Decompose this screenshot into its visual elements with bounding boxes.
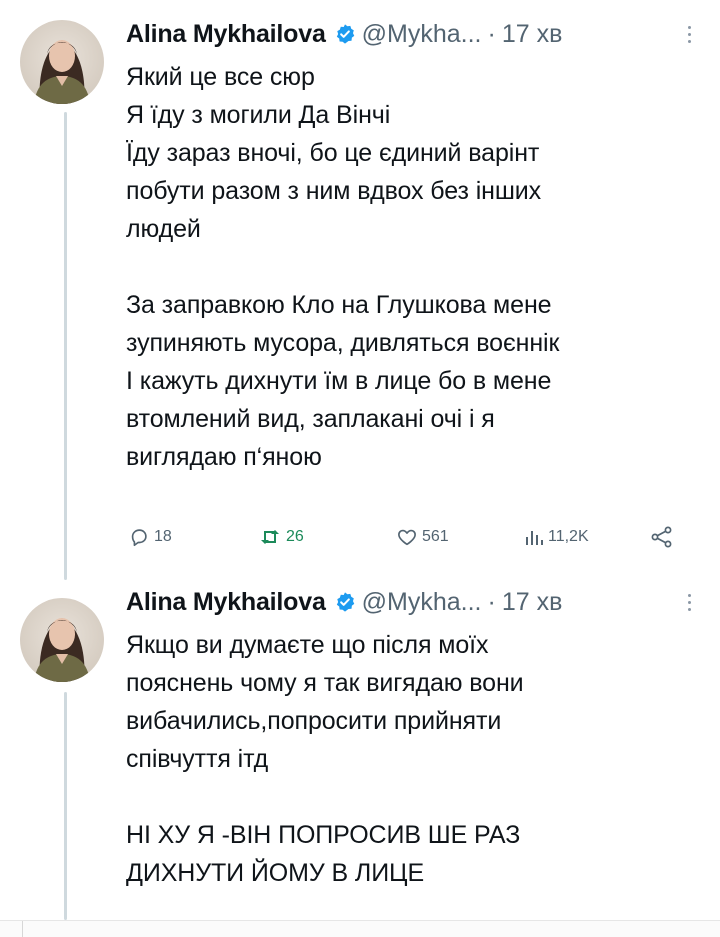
timestamp[interactable]: 17 хв [502,588,563,617]
text-line: Якщо ви думаєте що після моїх [126,631,489,659]
reply-icon [128,526,150,548]
divider [22,921,23,937]
text-line: співчуття ітд [126,745,269,773]
like-count: 561 [422,528,449,545]
author-name[interactable]: Alina Mykhailova [126,588,326,617]
views-icon [524,527,544,547]
text-line: За заправкою Кло на Глушкова мене [126,291,552,319]
text-line: Їду зараз вночі, бо це єдиний варінт [126,139,540,167]
tweet[interactable]: Alina Mykhailova @Mykha... · 17 хв Якщо … [0,580,720,920]
reply-count: 18 [154,528,172,545]
tweet-header: Alina Mykhailova @Mykha... · 17 хв [126,584,562,620]
avatar[interactable] [20,598,104,682]
text-line: Який це все сюр [126,63,315,91]
text-line: НІ ХУ Я -ВІН ПОПРОСИВ ШЕ РАЗ [126,821,521,849]
views-count: 11,2K [548,528,589,545]
retweet-icon [258,526,282,548]
verified-badge-icon [334,23,356,45]
retweet-count: 26 [286,528,304,545]
like-icon [396,526,418,548]
text-line: І кажуть дихнути їм в лице бо в мене [126,367,552,395]
bottom-strip [0,920,720,937]
text-line: втомлений вид, заплакані очі і я [126,405,495,433]
views-button[interactable]: 11,2K [524,522,589,552]
thread-line [64,692,67,920]
text-line: виглядаю п‘яною [126,443,322,471]
thread-line [64,112,67,580]
author-handle[interactable]: @Mykha... [362,20,482,49]
share-icon [650,526,674,548]
separator-dot: · [487,587,496,616]
tweet[interactable]: Alina Mykhailova @Mykha... · 17 хв Який … [0,0,720,580]
text-line: пояснень чому я так вигядаю вони [126,669,524,697]
tweet-text: Якщо ви думаєте що після моїх пояснень ч… [126,626,706,892]
text-line: вибачились,попросити прийняти [126,707,502,735]
text-line: побути разом з ним вдвох без інших [126,177,542,205]
text-line: людей [126,215,201,243]
more-icon[interactable] [688,594,692,611]
tweet-text: Який це все сюр Я їду з могили Да Вінчі … [126,58,706,476]
avatar[interactable] [20,20,104,104]
retweet-button[interactable]: 26 [258,522,304,552]
timestamp[interactable]: 17 хв [502,20,563,49]
tweet-header: Alina Mykhailova @Mykha... · 17 хв [126,16,562,52]
like-button[interactable]: 561 [396,522,449,552]
author-name[interactable]: Alina Mykhailova [126,20,326,49]
share-button[interactable] [650,522,674,552]
text-line: Я їду з могили Да Вінчі [126,101,391,129]
text-line: зупиняють мусора, дивляться воєннік [126,329,560,357]
separator-dot: · [487,19,496,48]
more-icon[interactable] [688,26,692,43]
reply-button[interactable]: 18 [128,522,172,552]
verified-badge-icon [334,591,356,613]
text-line: ДИХНУТИ ЙОМУ В ЛИЦЕ [126,859,425,887]
action-bar: 18 26 561 11,2K [128,522,688,552]
author-handle[interactable]: @Mykha... [362,588,482,617]
